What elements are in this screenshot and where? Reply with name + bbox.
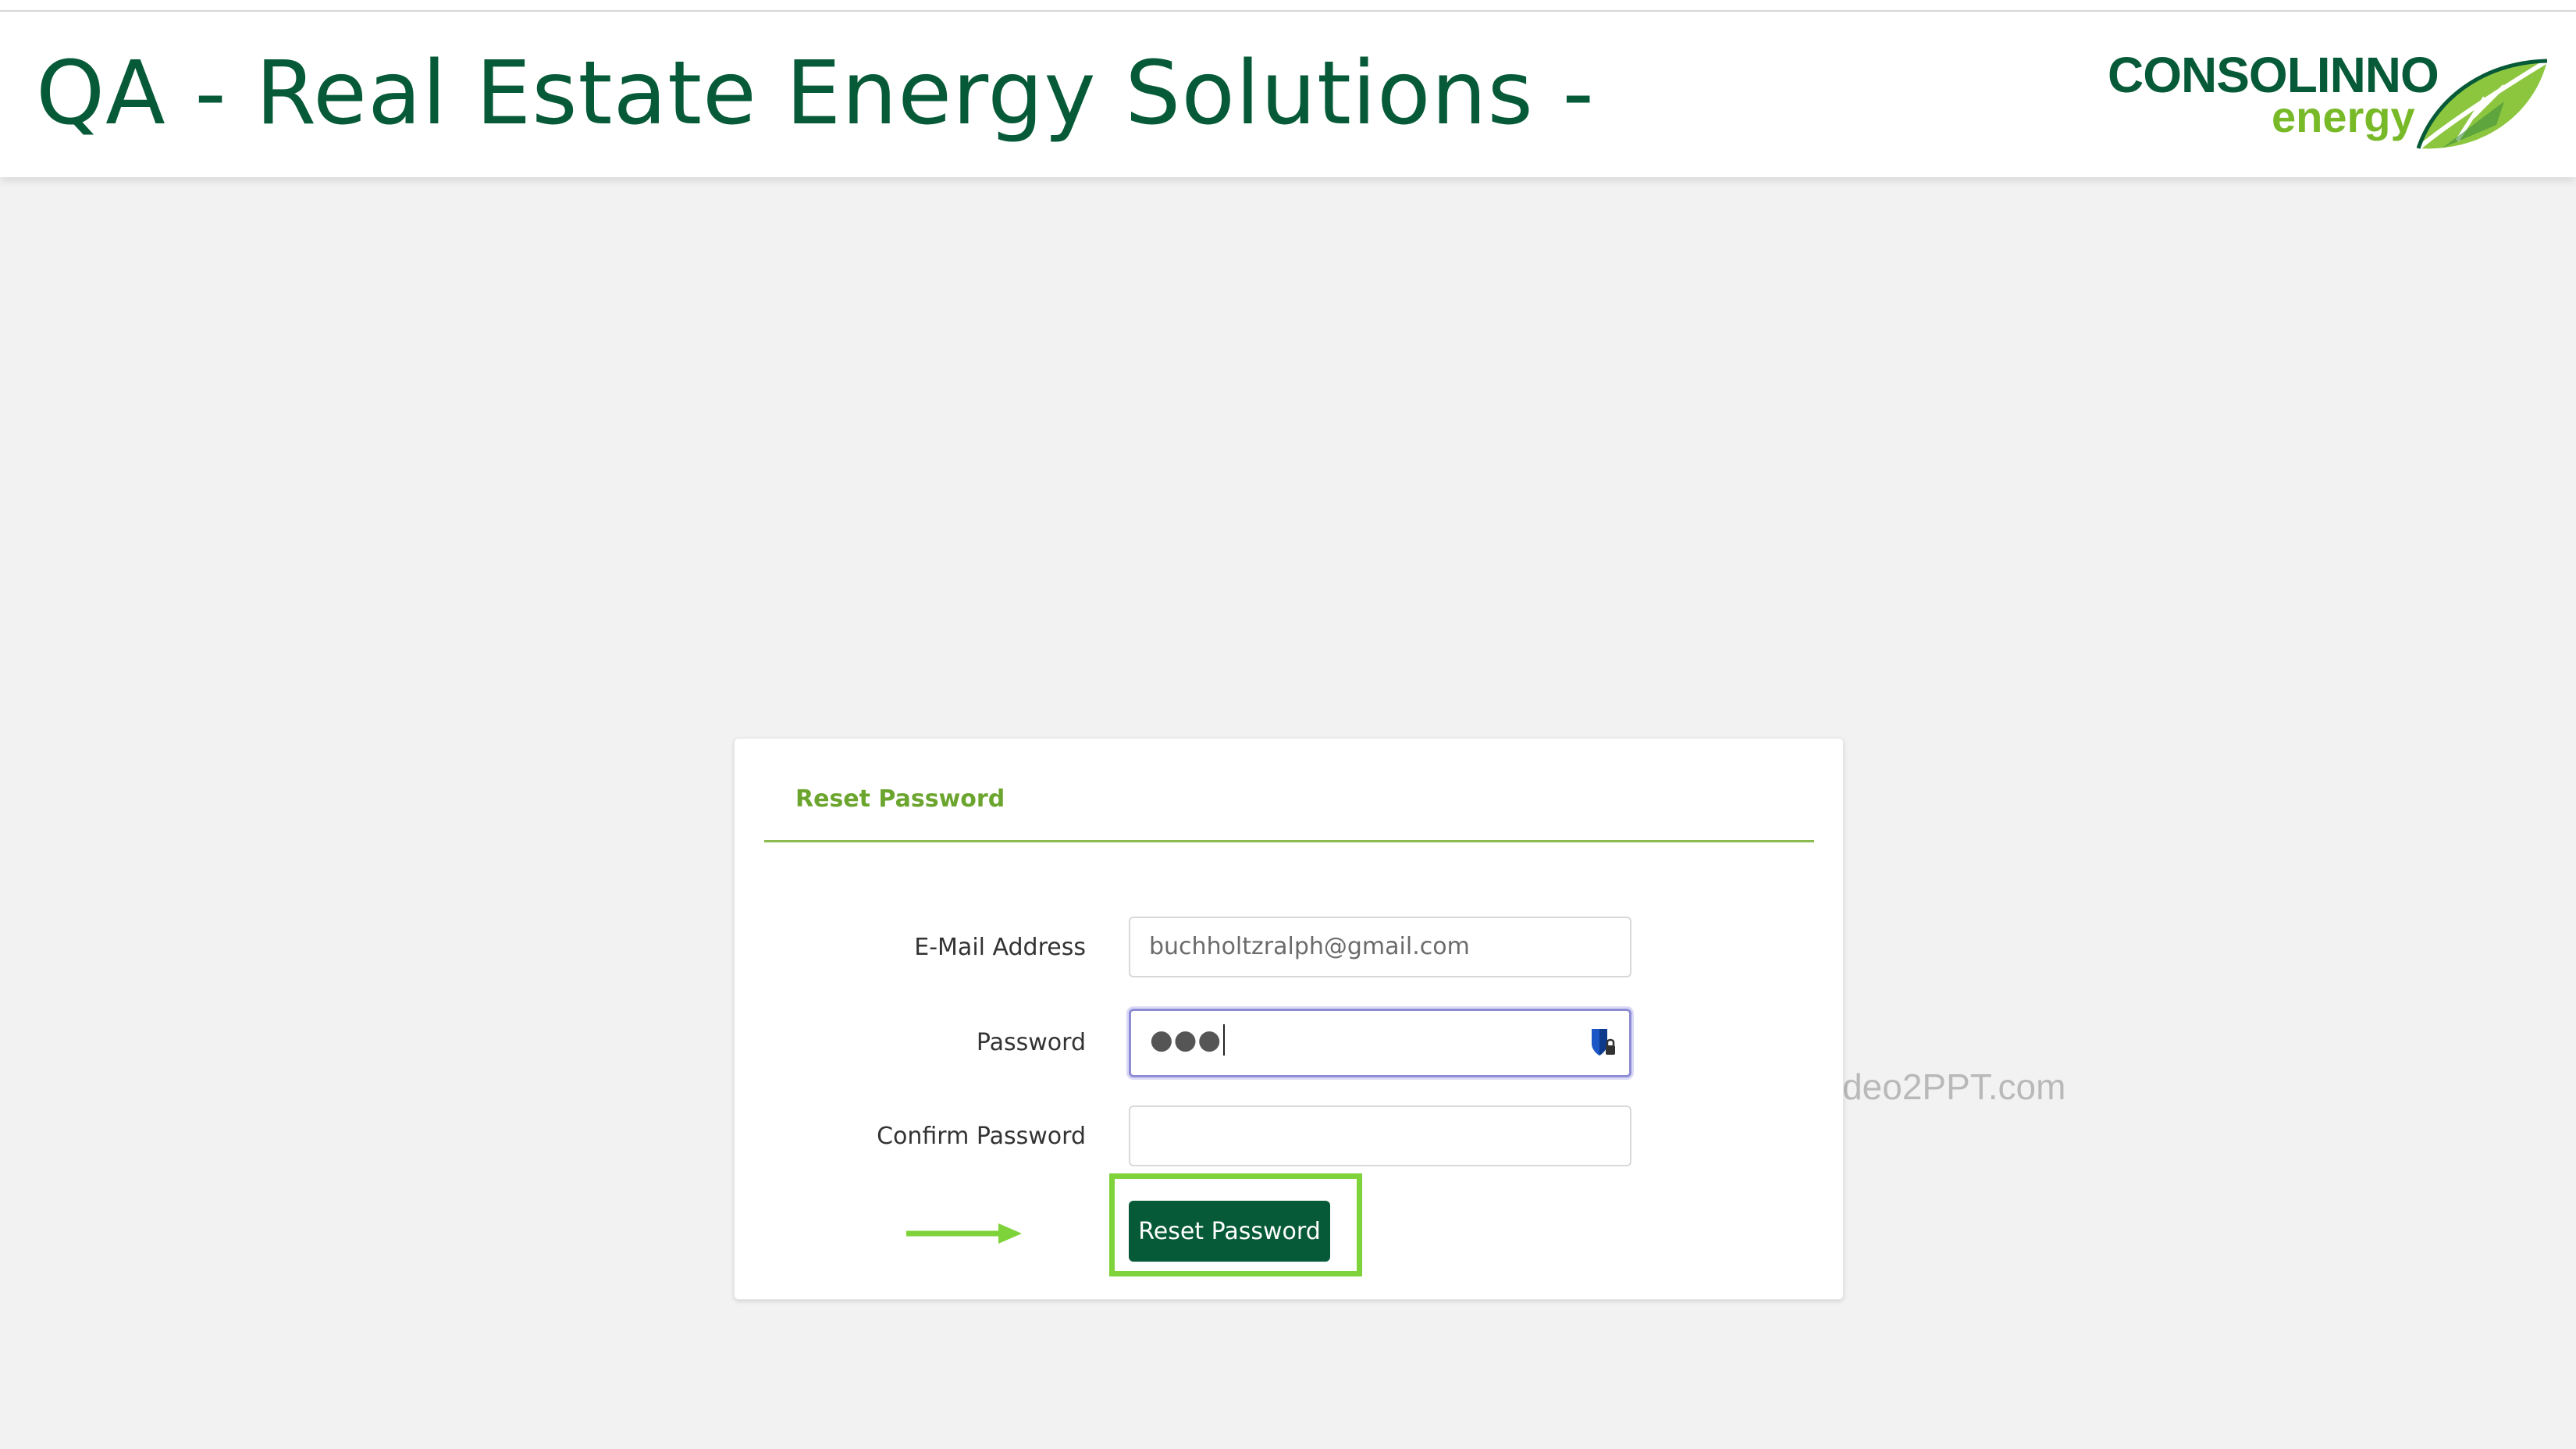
- password-masked-value: ●●●: [1150, 1024, 1222, 1056]
- reset-password-button[interactable]: Reset Password: [1129, 1201, 1330, 1262]
- confirm-password-field[interactable]: [1129, 1105, 1631, 1166]
- leaf-icon: [2416, 59, 2549, 151]
- browser-top-edge: [0, 0, 2576, 12]
- reset-password-card: Reset Password E-Mail Address buchholtzr…: [734, 738, 1844, 1300]
- email-field[interactable]: buchholtzralph@gmail.com: [1129, 917, 1631, 977]
- annotation-arrow-icon: [906, 1223, 1022, 1244]
- email-value: buchholtzralph@gmail.com: [1149, 933, 1470, 960]
- consolinno-logo[interactable]: CONSOLINNO energy: [2108, 43, 2553, 160]
- email-label: E-Mail Address: [914, 934, 1086, 961]
- page: QA - Real Estate Energy Solutions - CONS…: [0, 0, 2576, 1449]
- card-title: Reset Password: [795, 785, 1005, 813]
- password-label: Password: [976, 1029, 1086, 1056]
- app-header: QA - Real Estate Energy Solutions - CONS…: [0, 12, 2576, 177]
- text-caret: [1223, 1024, 1226, 1056]
- watermark-text: Video2PPT.com: [1811, 1066, 2066, 1107]
- password-field[interactable]: ●●●: [1129, 1009, 1631, 1077]
- confirm-password-label: Confirm Password: [877, 1123, 1086, 1150]
- password-manager-icon[interactable]: [1590, 1027, 1617, 1058]
- logo-subtext: energy: [2272, 92, 2415, 141]
- page-title: QA - Real Estate Energy Solutions -: [36, 43, 1595, 144]
- card-divider: [764, 840, 1814, 842]
